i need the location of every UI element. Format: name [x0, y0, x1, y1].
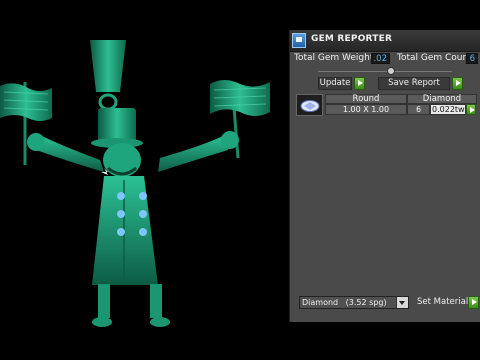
- character-model-render: [0, 40, 270, 327]
- shape-header: Round: [325, 94, 407, 104]
- action-row: Update Save Report: [290, 77, 480, 90]
- material-select-density: (3.52 spg): [345, 298, 387, 307]
- material-header: Diamond: [407, 94, 477, 104]
- save-report-button[interactable]: Save Report: [378, 77, 450, 90]
- set-material-label: Set Material: [417, 297, 469, 307]
- gem-results-table: Round Diamond 1.00 X 1.00 6 0.022tw: [296, 94, 477, 116]
- save-report-go-arrow-icon[interactable]: [452, 77, 463, 90]
- material-row: Diamond (3.52 spg) Set Material: [290, 296, 480, 310]
- gem-weight-cell: 0.022tw: [430, 104, 466, 115]
- material-dropdown[interactable]: Diamond (3.52 spg): [299, 296, 409, 309]
- total-gem-weight-field: .02: [371, 53, 390, 64]
- gem-size-cell: 1.00 X 1.00: [325, 104, 407, 115]
- row-go-arrow-icon[interactable]: [466, 104, 476, 115]
- panel-resize-handle[interactable]: [290, 67, 480, 77]
- round-gem-icon[interactable]: [296, 94, 323, 116]
- total-gem-count-field: 6: [466, 53, 478, 64]
- total-gem-weight-label: Total Gem Weight: [294, 53, 374, 63]
- gem-stats-row: Total Gem Weight .02 Total Gem Count 6: [290, 52, 480, 66]
- update-button[interactable]: Update: [318, 77, 352, 90]
- gem-count-cell: 6: [407, 104, 430, 115]
- gem-reporter-icon: [292, 33, 306, 48]
- gem-reporter-panel: GEM REPORTER Total Gem Weight .02 Total …: [289, 30, 480, 322]
- chevron-down-icon[interactable]: [396, 297, 408, 308]
- total-gem-count-label: Total Gem Count: [397, 53, 472, 63]
- panel-title: GEM REPORTER: [311, 34, 393, 44]
- material-select-value: Diamond: [302, 298, 339, 307]
- update-go-arrow-icon[interactable]: [354, 77, 365, 90]
- 3d-viewport[interactable]: [0, 0, 289, 360]
- panel-titlebar[interactable]: GEM REPORTER: [290, 30, 480, 52]
- resize-knob-icon[interactable]: [387, 67, 395, 75]
- set-material-go-arrow-icon[interactable]: [468, 296, 479, 309]
